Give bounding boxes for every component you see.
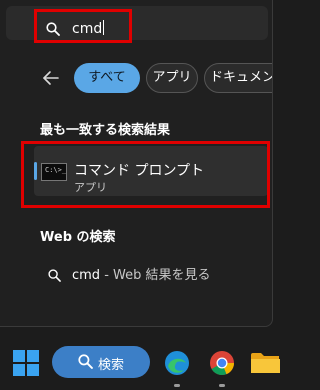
search-box[interactable]: cmd [6, 6, 268, 43]
running-indicator [219, 384, 225, 387]
taskbar: 検索 [0, 338, 280, 390]
search-icon [48, 267, 61, 286]
best-match-highlight-box [21, 141, 270, 208]
back-arrow-icon[interactable] [42, 70, 60, 90]
search-highlight-box [34, 9, 132, 43]
best-match-item[interactable]: C:\>_ コマンド プロンプト アプリ [21, 141, 270, 208]
web-result-suffix: - Web 結果を見る [100, 268, 211, 283]
search-icon [78, 354, 93, 373]
tab-documents[interactable]: ドキュメント [204, 63, 272, 93]
web-search-heading: Web の検索 [40, 230, 116, 245]
web-result-query: cmd [72, 268, 101, 283]
taskbar-search-label: 検索 [98, 358, 125, 373]
edge-browser-icon[interactable] [164, 350, 190, 376]
taskbar-search-button[interactable]: 検索 [52, 346, 150, 378]
tab-all[interactable]: すべて [74, 63, 140, 93]
chrome-browser-icon[interactable] [209, 350, 235, 376]
tab-apps[interactable]: アプリ [146, 63, 198, 93]
start-search-panel: cmd すべて アプリ ドキュメント 最も一致する検索結果 C:\>_ コマンド… [0, 0, 273, 327]
web-result-item[interactable]: cmd - Web 結果を見る [72, 264, 211, 283]
windows-start-icon[interactable] [13, 350, 39, 376]
filter-tabs: すべて アプリ ドキュメント [0, 60, 272, 96]
running-indicator [174, 384, 180, 387]
file-explorer-icon[interactable] [250, 352, 280, 374]
best-match-heading: 最も一致する検索結果 [40, 123, 171, 138]
